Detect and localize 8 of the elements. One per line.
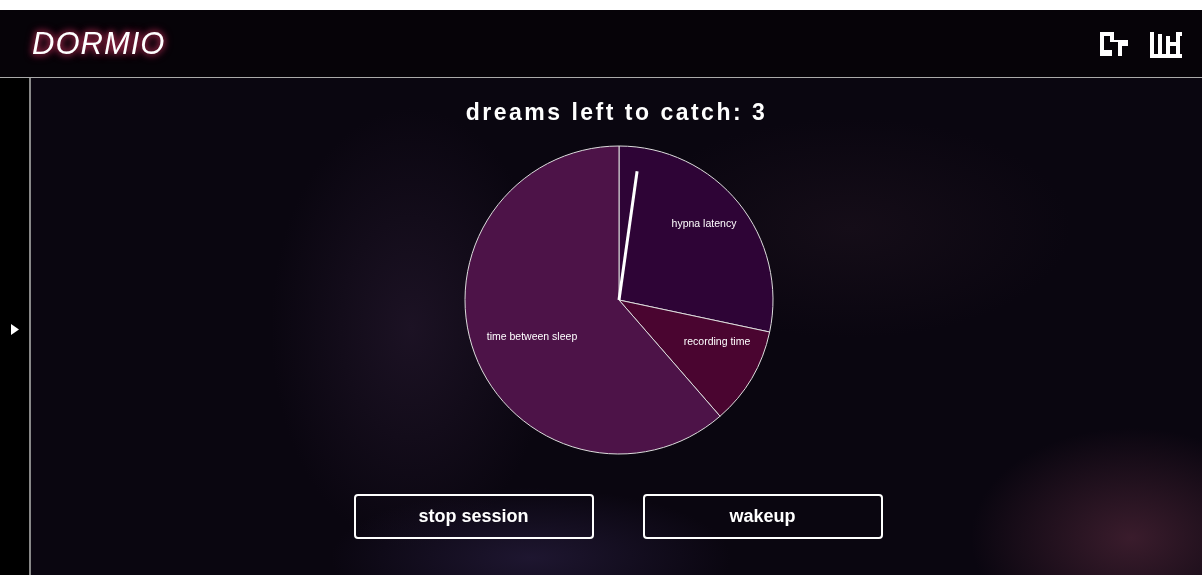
slice-label: recording time: [683, 335, 750, 347]
stop-session-button[interactable]: stop session: [353, 494, 594, 539]
logo: DORMIO: [32, 25, 166, 62]
dreams-counter: dreams left to catch: 3: [465, 99, 768, 126]
slice-label: time between sleep: [486, 330, 577, 342]
wakeup-button[interactable]: wakeup: [642, 494, 883, 539]
expand-arrow-icon[interactable]: [10, 324, 19, 335]
slice-label: hypna latency: [671, 217, 736, 229]
